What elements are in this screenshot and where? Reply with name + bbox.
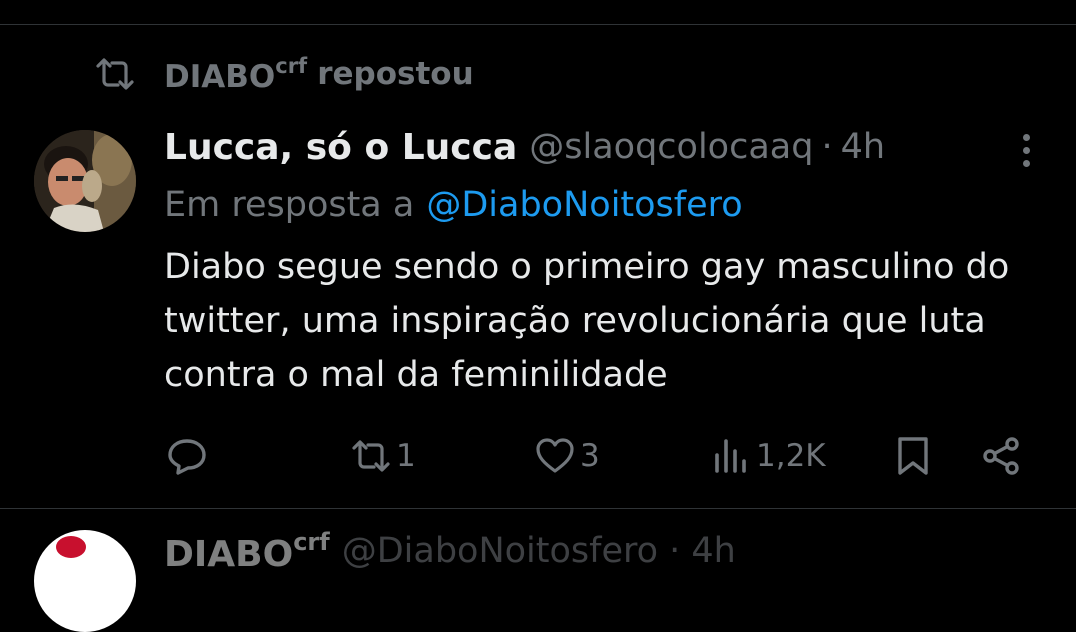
next-author-handle[interactable]: @DiaboNoitosfero · 4h [342,531,736,571]
reply-icon [168,439,206,475]
reply-prefix: Em resposta a [164,185,415,225]
next-tweet-header: DIABOcrf @DiaboNoitosfero · 4h [164,524,736,578]
user-avatar[interactable] [34,130,136,232]
tweet-text: Diabo segue sendo o primeiro gay masculi… [164,247,1010,395]
views-count: 1,2K [756,438,826,474]
reply-context: Em resposta a @DiaboNoitosfero [164,180,743,230]
tweet-divider [0,508,1076,509]
avatar-image [34,130,136,232]
tweet-header: Lucca, só o Lucca @slaoqcolocaaq · 4h [164,120,885,174]
repost-label: repostou [317,56,474,92]
repost-icon [352,440,390,472]
repost-author[interactable]: DIABOcrf [164,54,307,95]
bookmark-icon [898,437,928,475]
like-count: 3 [580,438,600,474]
next-author-display-name[interactable]: DIABOcrf [164,528,330,575]
reply-button[interactable] [166,428,212,484]
views-button[interactable]: 1,2K [710,428,826,484]
views-chart-icon [715,439,746,473]
reply-to-handle-link[interactable]: @DiaboNoitosfero [426,185,742,225]
heart-icon [536,438,574,473]
repost-button[interactable]: 1 [350,428,416,484]
author-display-name[interactable]: Lucca, só o Lucca [164,127,517,168]
more-options-button[interactable] [1008,128,1044,172]
like-button[interactable]: 3 [534,428,600,484]
share-icon [983,437,1019,475]
tweet-timestamp[interactable]: 4h [841,127,885,167]
more-vertical-icon [1022,133,1030,141]
rose-icon [56,536,86,558]
next-tweet-avatar[interactable] [34,530,136,632]
repost-count: 1 [396,438,416,474]
top-divider [0,24,1076,25]
tweet-actions: 1 3 1,2K [0,428,1076,484]
author-handle[interactable]: @slaoqcolocaaq [529,127,813,167]
bookmark-button[interactable] [892,428,934,484]
repost-indicator[interactable]: DIABOcrf repostou [94,52,474,96]
repost-icon [96,58,134,90]
header-separator: · [821,127,833,167]
share-button[interactable] [980,428,1022,484]
